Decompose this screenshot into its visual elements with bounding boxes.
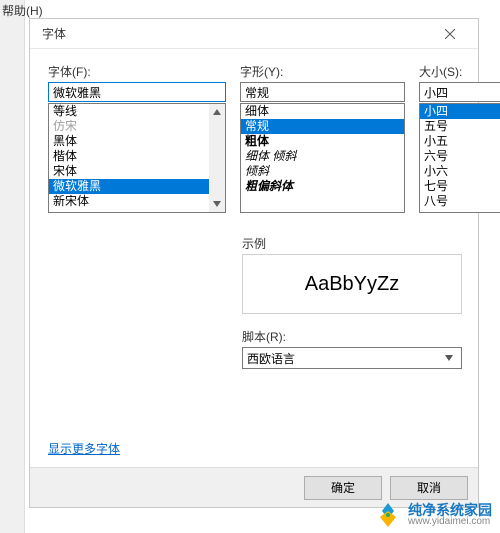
font-listbox[interactable]: 等线仿宋黑体楷体宋体微软雅黑新宋体: [48, 103, 226, 213]
dialog-title: 字体: [42, 25, 430, 42]
font-dialog: 字体 字体(F): 等线仿宋黑体楷体宋体微软雅黑新宋体 字形(Y):: [29, 18, 479, 508]
background-panel: [0, 0, 25, 533]
dialog-body: 字体(F): 等线仿宋黑体楷体宋体微软雅黑新宋体 字形(Y): 细体常规粗体细体…: [30, 49, 478, 379]
list-item[interactable]: 六号: [420, 149, 500, 164]
size-label: 大小(S):: [419, 63, 500, 80]
font-label: 字体(F):: [48, 63, 226, 80]
sample-label: 示例: [242, 235, 462, 252]
size-input[interactable]: [419, 82, 500, 102]
script-select[interactable]: 西欧语言: [242, 347, 462, 369]
list-item[interactable]: 粗偏斜体: [241, 179, 404, 194]
list-item[interactable]: 八号: [420, 194, 500, 209]
sample-text: AaBbYyZz: [305, 273, 399, 296]
more-fonts-link[interactable]: 显示更多字体: [48, 440, 120, 457]
list-item[interactable]: 等线: [49, 104, 209, 119]
ok-button[interactable]: 确定: [304, 476, 382, 500]
style-label: 字形(Y):: [240, 63, 405, 80]
cancel-button[interactable]: 取消: [390, 476, 468, 500]
list-item[interactable]: 细体 倾斜: [241, 149, 404, 164]
scroll-up-icon[interactable]: [209, 104, 225, 120]
chevron-down-icon: [441, 355, 457, 361]
help-menu[interactable]: 帮助(H): [2, 2, 43, 19]
size-listbox[interactable]: 小四五号小五六号小六七号八号: [419, 103, 500, 213]
list-item[interactable]: 细体: [241, 104, 404, 119]
style-input[interactable]: [240, 82, 405, 102]
close-button[interactable]: [430, 20, 470, 48]
list-item[interactable]: 宋体: [49, 164, 209, 179]
list-item[interactable]: 五号: [420, 119, 500, 134]
button-row: 确定 取消: [30, 467, 478, 507]
watermark-url: www.yidaimei.com: [408, 517, 492, 527]
script-label: 脚本(R):: [242, 328, 462, 345]
list-item[interactable]: 小五: [420, 134, 500, 149]
list-item[interactable]: 常规: [241, 119, 404, 134]
style-listbox[interactable]: 细体常规粗体细体 倾斜倾斜粗偏斜体: [240, 103, 405, 213]
list-item[interactable]: 小六: [420, 164, 500, 179]
list-item[interactable]: 粗体: [241, 134, 404, 149]
close-icon: [445, 29, 455, 39]
list-item[interactable]: 倾斜: [241, 164, 404, 179]
list-item[interactable]: 新宋体: [49, 194, 209, 209]
list-item[interactable]: 七号: [420, 179, 500, 194]
script-value: 西欧语言: [247, 350, 441, 367]
font-input[interactable]: [48, 82, 226, 102]
list-item[interactable]: 仿宋: [49, 119, 209, 134]
list-item[interactable]: 微软雅黑: [49, 179, 209, 194]
list-item[interactable]: 小四: [420, 104, 500, 119]
scroll-track[interactable]: [209, 120, 225, 196]
list-item[interactable]: 黑体: [49, 134, 209, 149]
list-item[interactable]: 楷体: [49, 149, 209, 164]
sample-box: AaBbYyZz: [242, 254, 462, 314]
font-scrollbar[interactable]: [209, 104, 225, 212]
scroll-down-icon[interactable]: [209, 196, 225, 212]
titlebar: 字体: [30, 19, 478, 49]
